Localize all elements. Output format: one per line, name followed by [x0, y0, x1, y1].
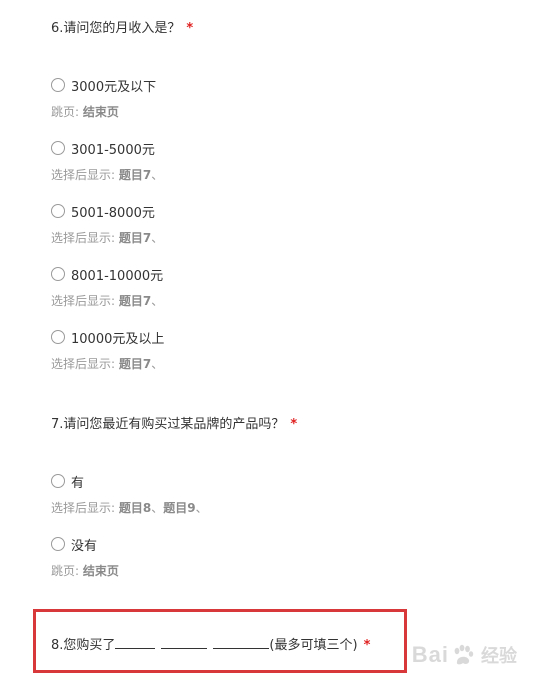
option-label: 没有: [71, 538, 98, 554]
radio-circle-icon[interactable]: [51, 78, 65, 92]
radio-circle-icon[interactable]: [51, 204, 65, 218]
option-label: 3000元及以下: [71, 79, 157, 95]
radio-option-yes[interactable]: 有: [51, 472, 85, 491]
question-6-text: 6.请问您的月收入是？: [51, 21, 181, 36]
required-asterisk: *: [363, 638, 371, 653]
option-logic-note: 选择后显示: 题目7、: [51, 357, 164, 371]
radio-option-no[interactable]: 没有: [51, 535, 98, 554]
radio-option-8001-10000[interactable]: 8001-10000元: [51, 265, 164, 284]
option-logic-note: 选择后显示: 题目7、: [51, 231, 164, 245]
radio-option-10000-above[interactable]: 10000元及以上: [51, 328, 165, 347]
radio-option-3001-5000[interactable]: 3001-5000元: [51, 139, 155, 158]
option-label: 5001-8000元: [71, 205, 155, 221]
question-8-suffix: (最多可填三个): [269, 638, 358, 653]
radio-circle-icon[interactable]: [51, 330, 65, 344]
radio-circle-icon[interactable]: [51, 474, 65, 488]
fill-blank-2[interactable]: [161, 635, 208, 649]
option-logic-note: 选择后显示: 题目7、: [51, 168, 164, 182]
question-7-title: 7.请问您最近有购买过某品牌的产品吗？ *: [51, 413, 297, 432]
option-logic-note: 跳页: 结束页: [51, 564, 119, 578]
watermark-brand-text: Bai: [411, 642, 449, 667]
baidu-jingyan-watermark: Bai 经验: [412, 642, 517, 668]
radio-circle-icon[interactable]: [51, 141, 65, 155]
option-label: 8001-10000元: [71, 268, 164, 284]
question-6-title: 6.请问您的月收入是？ *: [51, 17, 193, 36]
required-asterisk: *: [290, 417, 298, 432]
fill-blank-1[interactable]: [115, 635, 156, 649]
fill-blank-3[interactable]: [213, 635, 270, 649]
radio-circle-icon[interactable]: [51, 537, 65, 551]
required-asterisk: *: [186, 21, 194, 36]
watermark-cn-text: 经验: [481, 646, 517, 667]
radio-option-5001-8000[interactable]: 5001-8000元: [51, 202, 155, 221]
radio-circle-icon[interactable]: [51, 267, 65, 281]
option-logic-note: 选择后显示: 题目7、: [51, 294, 164, 308]
paw-logo-icon: [454, 644, 474, 665]
option-label: 有: [71, 475, 85, 491]
question-8-prefix: 8.您购买了: [51, 638, 116, 653]
question-8-title: 8.您购买了 (最多可填三个) *: [51, 634, 370, 653]
option-logic-note: 选择后显示: 题目8、题目9、: [51, 501, 208, 515]
radio-option-3000-below[interactable]: 3000元及以下: [51, 76, 157, 95]
option-logic-note: 跳页: 结束页: [51, 105, 119, 119]
option-label: 10000元及以上: [71, 331, 165, 347]
option-label: 3001-5000元: [71, 142, 155, 158]
question-7-text: 7.请问您最近有购买过某品牌的产品吗？: [51, 417, 285, 432]
